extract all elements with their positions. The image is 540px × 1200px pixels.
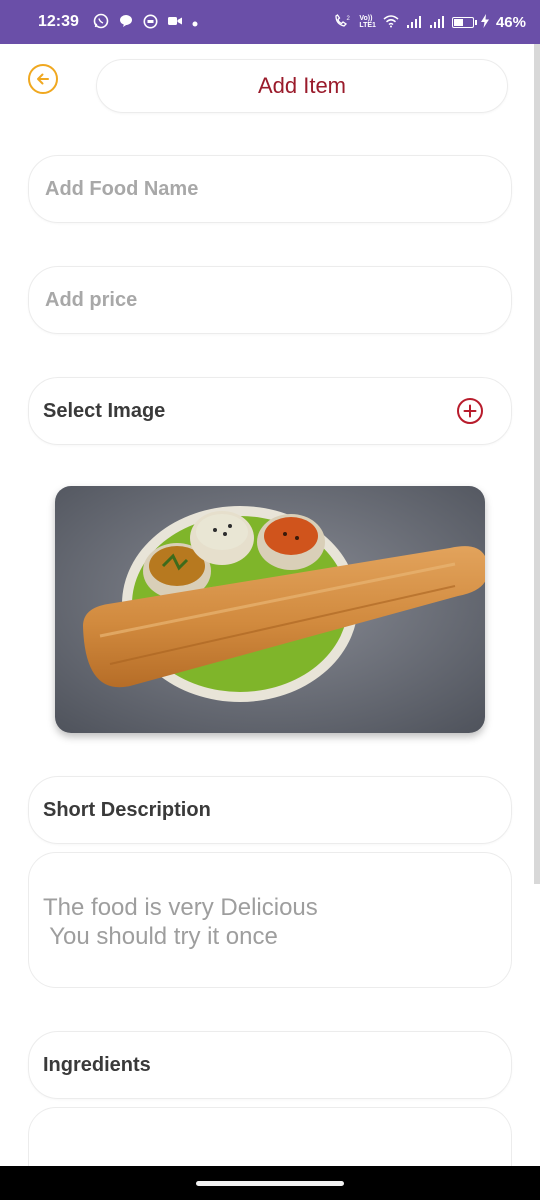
dot-icon bbox=[192, 15, 198, 29]
add-image-button[interactable] bbox=[457, 398, 483, 424]
description-text: The food is very Delicious You should tr… bbox=[43, 894, 318, 950]
volte-icon: Vo)) LTE1 bbox=[359, 15, 376, 29]
battery-level-fill bbox=[453, 18, 464, 26]
video-icon bbox=[167, 15, 182, 29]
charging-icon bbox=[480, 14, 489, 30]
scrollbar[interactable] bbox=[534, 44, 540, 884]
arrow-left-icon bbox=[37, 73, 49, 85]
chat-icon bbox=[119, 14, 133, 30]
short-description-header: Short Description bbox=[28, 776, 512, 844]
wifi-call-icon: 2 bbox=[334, 14, 352, 30]
ingredients-header: Ingredients bbox=[28, 1031, 512, 1099]
svg-text:2: 2 bbox=[347, 16, 351, 22]
battery-icon bbox=[451, 16, 477, 28]
back-button[interactable] bbox=[28, 64, 58, 94]
battery-percentage: 46% bbox=[495, 13, 526, 31]
food-image-preview bbox=[55, 486, 485, 733]
home-gesture-handle[interactable] bbox=[196, 1181, 344, 1186]
status-time: 12:39 bbox=[38, 13, 79, 30]
price-input[interactable] bbox=[43, 287, 497, 313]
status-bar: 12:39 2 Vo)) LTE1 46% bbox=[0, 0, 540, 44]
messenger-icon bbox=[143, 14, 158, 31]
short-description-label: Short Description bbox=[43, 798, 211, 821]
signal-icon bbox=[406, 15, 422, 30]
wifi-icon bbox=[383, 14, 399, 30]
signal-icon bbox=[429, 15, 445, 30]
select-image-row[interactable]: Select Image bbox=[28, 377, 512, 445]
navigation-bar bbox=[0, 1166, 540, 1200]
select-image-label: Select Image bbox=[43, 399, 166, 422]
food-name-field[interactable] bbox=[28, 155, 512, 223]
description-textarea[interactable]: The food is very Delicious You should tr… bbox=[28, 852, 512, 988]
ingredients-label: Ingredients bbox=[43, 1053, 151, 1076]
plus-icon bbox=[463, 404, 477, 418]
whatsapp-icon bbox=[93, 13, 109, 31]
price-field[interactable] bbox=[28, 266, 512, 334]
page-title: Add Item bbox=[96, 59, 508, 113]
food-name-input[interactable] bbox=[43, 176, 497, 202]
